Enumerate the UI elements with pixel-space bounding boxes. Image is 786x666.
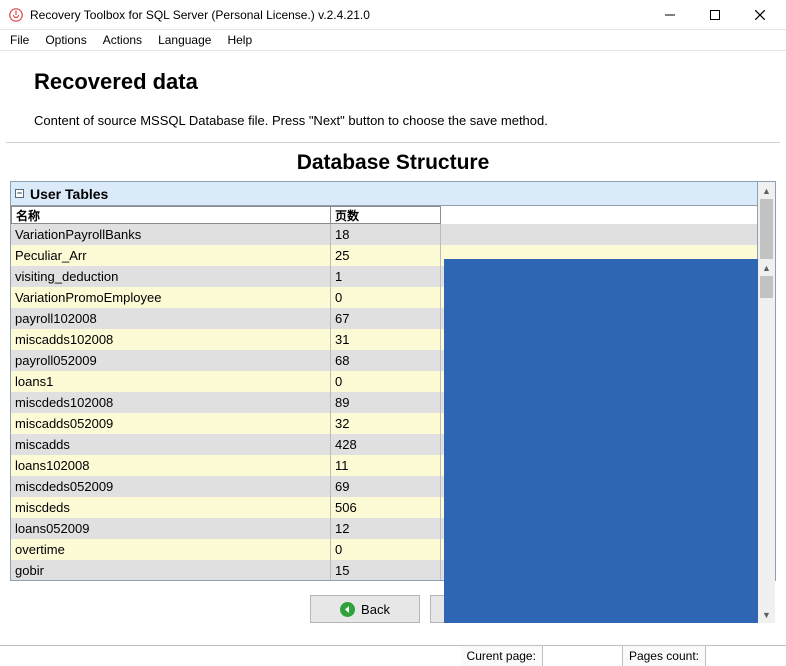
cell-name: miscdeds — [11, 497, 331, 518]
cell-pages: 0 — [331, 539, 441, 560]
menu-help[interactable]: Help — [219, 31, 260, 49]
page-title: Recovered data — [6, 51, 780, 113]
cell-pages: 89 — [331, 392, 441, 413]
statusbar: Curent page: Pages count: — [0, 645, 786, 666]
group-header-user-tables[interactable]: − User Tables — [11, 182, 757, 206]
cell-name: overtime — [11, 539, 331, 560]
titlebar: Recovery Toolbox for SQL Server (Persona… — [0, 0, 786, 30]
cell-pages: 15 — [331, 560, 441, 580]
menu-file[interactable]: File — [2, 31, 37, 49]
cell-name: VariationPromoEmployee — [11, 287, 331, 308]
cell-pages: 25 — [331, 245, 441, 266]
close-button[interactable] — [737, 0, 782, 30]
menubar: File Options Actions Language Help — [0, 30, 786, 51]
minimize-button[interactable] — [647, 0, 692, 30]
menu-language[interactable]: Language — [150, 31, 219, 49]
cell-name: miscadds — [11, 434, 331, 455]
cell-pages: 1 — [331, 266, 441, 287]
cell-pages: 0 — [331, 371, 441, 392]
structure-title: Database Structure — [6, 147, 780, 181]
col-header-pages[interactable]: 页数 — [331, 206, 441, 224]
cell-pages: 18 — [331, 224, 441, 245]
inner-scroll-up-icon[interactable]: ▲ — [758, 259, 775, 276]
back-button-label: Back — [361, 602, 390, 617]
status-current-page-label: Curent page: — [461, 646, 543, 666]
cell-name: loans052009 — [11, 518, 331, 539]
cell-pages: 428 — [331, 434, 441, 455]
cell-pages: 11 — [331, 455, 441, 476]
cell-pages: 32 — [331, 413, 441, 434]
cell-name: loans102008 — [11, 455, 331, 476]
column-headers: 名称 页数 — [11, 206, 757, 224]
cell-pages: 506 — [331, 497, 441, 518]
collapse-icon[interactable]: − — [15, 189, 24, 198]
scroll-up-icon[interactable]: ▲ — [758, 182, 775, 199]
cell-pages: 67 — [331, 308, 441, 329]
menu-actions[interactable]: Actions — [95, 31, 150, 49]
app-icon — [8, 7, 24, 23]
page-subtext: Content of source MSSQL Database file. P… — [6, 113, 780, 142]
cell-name: gobir — [11, 560, 331, 580]
divider — [6, 142, 780, 143]
back-button[interactable]: Back — [310, 595, 420, 623]
cell-name: miscdeds052009 — [11, 476, 331, 497]
inner-scroll-down-icon[interactable]: ▼ — [758, 606, 775, 623]
status-pages-count-label: Pages count: — [623, 646, 706, 666]
group-header-label: User Tables — [30, 186, 108, 202]
menu-options[interactable]: Options — [37, 31, 94, 49]
cell-pages: 0 — [331, 287, 441, 308]
cell-name: VariationPayrollBanks — [11, 224, 331, 245]
cell-name: loans1 — [11, 371, 331, 392]
back-arrow-icon — [340, 602, 355, 617]
inner-scroll-thumb[interactable] — [760, 276, 773, 298]
window-title: Recovery Toolbox for SQL Server (Persona… — [30, 8, 647, 22]
cell-name: payroll052009 — [11, 350, 331, 371]
cell-name: payroll102008 — [11, 308, 331, 329]
status-pages-count-value — [706, 646, 786, 666]
inner-scrollbar[interactable]: ▲ ▼ — [758, 259, 775, 623]
cell-name: visiting_deduction — [11, 266, 331, 287]
maximize-button[interactable] — [692, 0, 737, 30]
cell-pages: 12 — [331, 518, 441, 539]
cell-pages: 68 — [331, 350, 441, 371]
preview-panel — [444, 259, 758, 623]
cell-pages: 69 — [331, 476, 441, 497]
col-header-name[interactable]: 名称 — [11, 206, 331, 224]
table-row[interactable]: VariationPayrollBanks18 — [11, 224, 757, 245]
cell-name: miscadds102008 — [11, 329, 331, 350]
cell-name: miscadds052009 — [11, 413, 331, 434]
cell-pages: 31 — [331, 329, 441, 350]
status-current-page-value — [543, 646, 623, 666]
cell-name: Peculiar_Arr — [11, 245, 331, 266]
cell-name: miscdeds102008 — [11, 392, 331, 413]
